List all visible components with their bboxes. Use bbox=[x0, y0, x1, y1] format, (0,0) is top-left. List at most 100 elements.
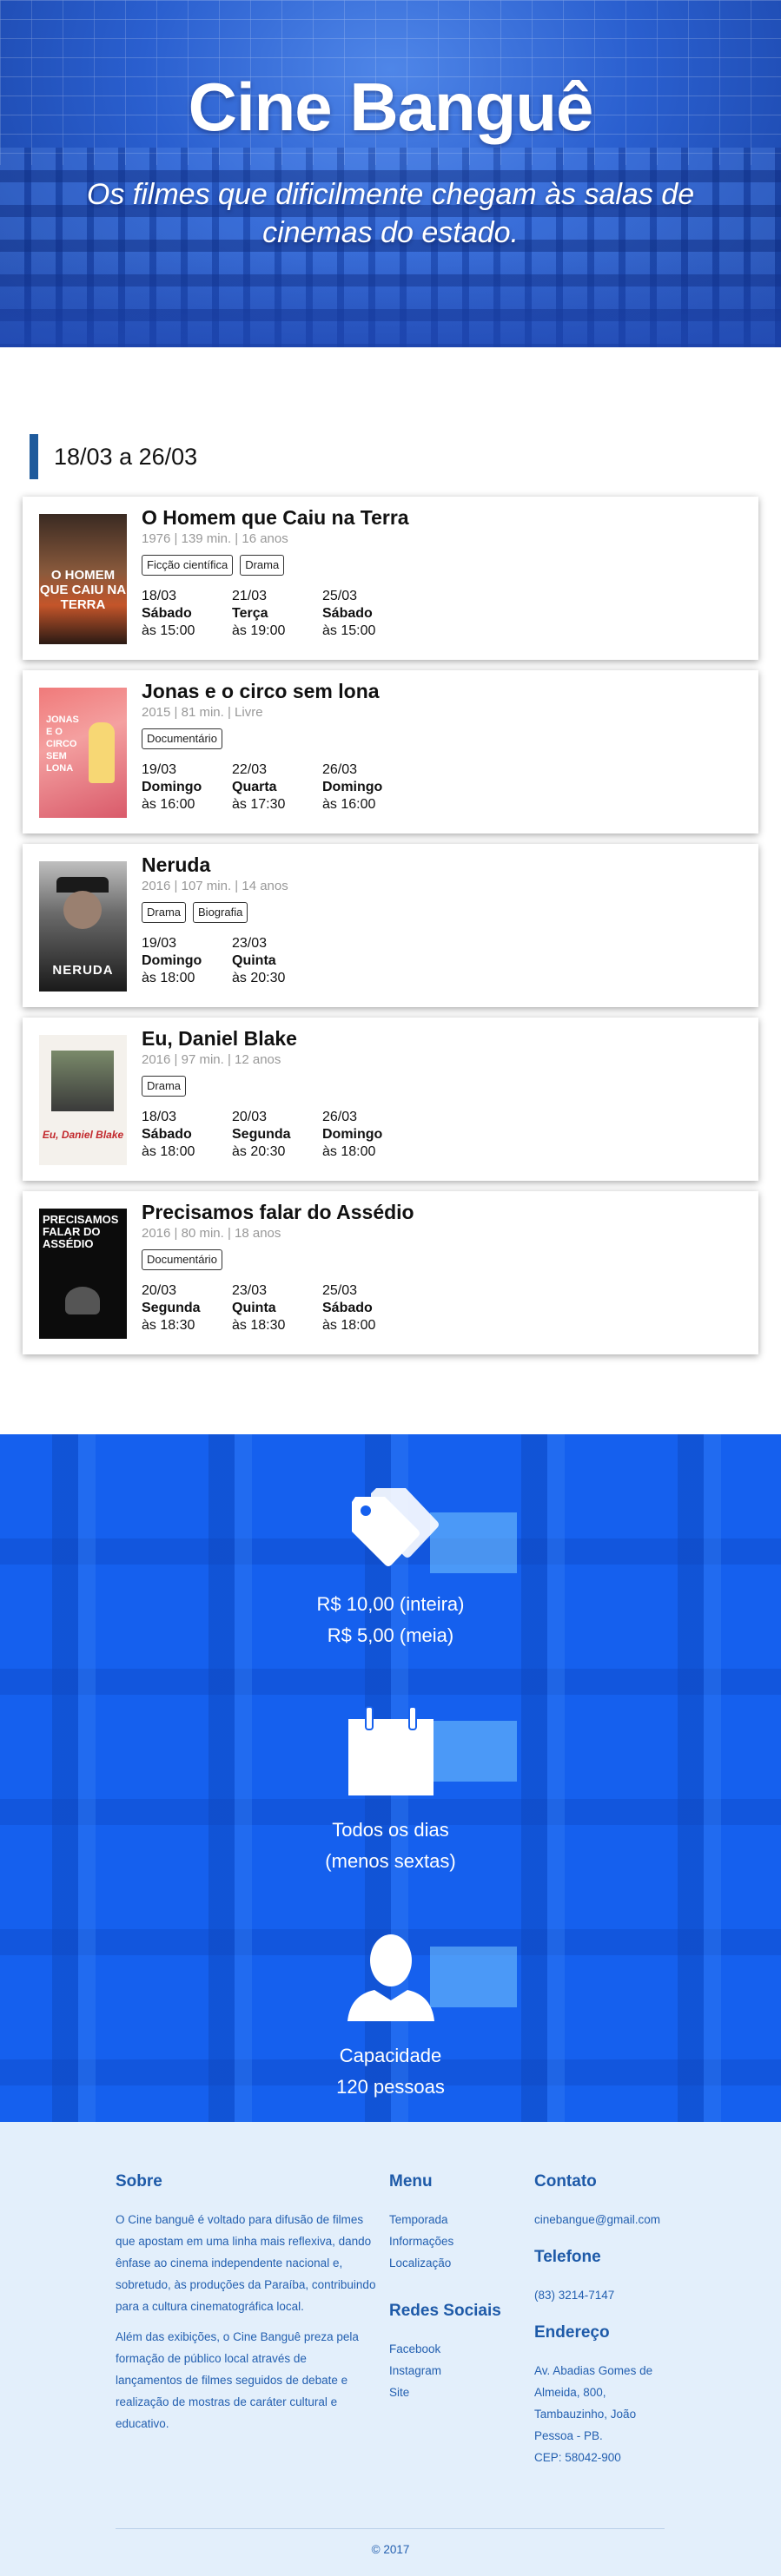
session: 19/03 Domingo às 18:00 bbox=[142, 935, 232, 987]
session-time: às 20:30 bbox=[232, 971, 286, 985]
menu-link-temporada[interactable]: Temporada bbox=[389, 2209, 520, 2230]
movie-card[interactable]: NERUDA Neruda 2016 | 107 min. | 14 anos … bbox=[23, 844, 758, 1007]
hero-floor bbox=[0, 252, 781, 347]
session-time: às 18:30 bbox=[142, 1318, 195, 1333]
movie-meta: 2016 | 107 min. | 14 anos bbox=[142, 879, 288, 893]
movie-card[interactable]: PRECISAMOS FALAR DO ASSÉDIO Precisamos f… bbox=[23, 1191, 758, 1354]
session-date: 21/03 bbox=[232, 589, 268, 603]
session-time: às 16:00 bbox=[322, 797, 376, 812]
movie-tags: Drama bbox=[142, 1076, 741, 1097]
session-day: Quinta bbox=[232, 953, 276, 968]
movie-card[interactable]: Eu, Daniel Blake Eu, Daniel Blake 2016 |… bbox=[23, 1018, 758, 1181]
session-date: 26/03 bbox=[322, 1110, 358, 1124]
movie-title: O Homem que Caiu na Terra bbox=[142, 506, 409, 529]
movie-card[interactable]: O HOMEM QUE CAIU NA TERRA O Homem que Ca… bbox=[23, 497, 758, 660]
session: 25/03 Sábado às 15:00 bbox=[322, 588, 413, 640]
session-list: 19/03 Domingo às 16:00 22/03 Quarta às 1… bbox=[142, 761, 741, 814]
poster-figure bbox=[89, 722, 115, 783]
session-date: 23/03 bbox=[232, 1283, 268, 1298]
session-date: 25/03 bbox=[322, 589, 358, 603]
movie-info: O Homem que Caiu na Terra 1976 | 139 min… bbox=[142, 505, 741, 640]
session-time: às 20:30 bbox=[232, 1144, 286, 1159]
session-time: às 19:00 bbox=[232, 623, 286, 638]
session-date: 19/03 bbox=[142, 936, 177, 951]
week-period: 18/03 a 26/03 bbox=[54, 443, 198, 470]
movie-card[interactable]: JONAS E O CIRCO SEM LONA Jonas e o circo… bbox=[23, 670, 758, 833]
session: 21/03 Terça às 19:00 bbox=[232, 588, 322, 640]
poster-text: NERUDA bbox=[52, 963, 114, 978]
price-tag-icon bbox=[343, 1478, 439, 1573]
about-heading: Sobre bbox=[116, 2172, 162, 2191]
movie-poster[interactable]: PRECISAMOS FALAR DO ASSÉDIO bbox=[39, 1209, 127, 1339]
session-day: Domingo bbox=[322, 1127, 383, 1142]
menu-link-localizacao[interactable]: Localização bbox=[389, 2252, 520, 2274]
movie-poster[interactable]: JONAS E O CIRCO SEM LONA bbox=[39, 688, 127, 818]
social-list: Facebook Instagram Site bbox=[389, 2338, 520, 2403]
session: 18/03 Sábado às 18:00 bbox=[142, 1109, 232, 1161]
poster-text: O HOMEM QUE CAIU NA TERRA bbox=[39, 568, 127, 612]
session-time: às 18:00 bbox=[142, 971, 195, 985]
genre-tag: Drama bbox=[240, 555, 285, 576]
movie-tags: Ficção científica Drama bbox=[142, 555, 741, 576]
session-date: 19/03 bbox=[142, 762, 177, 777]
site-footer: Sobre O Cine banguê é voltado para difus… bbox=[0, 2122, 781, 2576]
contact-email[interactable]: cinebangue@gmail.com bbox=[534, 2209, 673, 2230]
session-day: Domingo bbox=[142, 953, 202, 968]
movie-info: Eu, Daniel Blake 2016 | 97 min. | 12 ano… bbox=[142, 1026, 741, 1161]
phone-list: (83) 3214-7147 bbox=[534, 2284, 673, 2306]
menu-list: Temporada Informações Localização bbox=[389, 2209, 520, 2274]
phone-heading: Telefone bbox=[534, 2248, 601, 2266]
menu-heading: Menu bbox=[389, 2172, 433, 2191]
session-day: Quinta bbox=[232, 1301, 276, 1315]
calendar-icon bbox=[343, 1703, 439, 1799]
movie-info: Precisamos falar do Assédio 2016 | 80 mi… bbox=[142, 1200, 741, 1334]
session-day: Domingo bbox=[142, 780, 202, 794]
session: 23/03 Quinta às 18:30 bbox=[232, 1282, 322, 1334]
movie-meta: 2016 | 80 min. | 18 anos bbox=[142, 1226, 281, 1241]
session-day: Sábado bbox=[322, 1301, 373, 1315]
menu-link-informacoes[interactable]: Informações bbox=[389, 2230, 520, 2252]
address-line: Av. Abadias Gomes de bbox=[534, 2364, 653, 2377]
session: 20/03 Segunda às 18:30 bbox=[142, 1282, 232, 1334]
movie-title: Jonas e o circo sem lona bbox=[142, 680, 380, 702]
poster-face bbox=[63, 891, 102, 929]
session-list: 19/03 Domingo às 18:00 23/03 Quinta às 2… bbox=[142, 935, 741, 987]
movie-poster[interactable]: O HOMEM QUE CAIU NA TERRA bbox=[39, 514, 127, 644]
session-date: 22/03 bbox=[232, 762, 268, 777]
genre-tag: Ficção científica bbox=[142, 555, 234, 576]
social-link-site[interactable]: Site bbox=[389, 2382, 520, 2403]
price-full: R$ 10,00 (inteira) bbox=[316, 1593, 465, 1615]
session-date: 18/03 bbox=[142, 1110, 177, 1124]
session-date: 26/03 bbox=[322, 762, 358, 777]
movie-meta: 2015 | 81 min. | Livre bbox=[142, 705, 263, 720]
movie-info: Neruda 2016 | 107 min. | 14 anos Drama B… bbox=[142, 853, 741, 987]
session: 19/03 Domingo às 16:00 bbox=[142, 761, 232, 814]
movie-tags: Documentário bbox=[142, 728, 741, 749]
movie-poster[interactable]: NERUDA bbox=[39, 861, 127, 992]
session-day: Quarta bbox=[232, 780, 277, 794]
session: 23/03 Quinta às 20:30 bbox=[232, 935, 322, 987]
poster-text: Eu, Daniel Blake bbox=[42, 1129, 124, 1141]
social-link-instagram[interactable]: Instagram bbox=[389, 2360, 520, 2382]
session-time: às 15:00 bbox=[142, 623, 195, 638]
week-accent-bar bbox=[30, 434, 38, 479]
genre-tag: Drama bbox=[142, 1076, 187, 1097]
contact-heading: Contato bbox=[534, 2172, 597, 2191]
site-title: Cine Banguê bbox=[188, 69, 594, 145]
about-paragraph: Além das exibições, o Cine Banguê preza … bbox=[116, 2330, 359, 2430]
address-heading: Endereço bbox=[534, 2323, 610, 2342]
movie-poster[interactable]: Eu, Daniel Blake bbox=[39, 1035, 127, 1165]
movie-meta: 1976 | 139 min. | 16 anos bbox=[142, 531, 288, 546]
session: 26/03 Domingo às 18:00 bbox=[322, 1109, 413, 1161]
social-link-facebook[interactable]: Facebook bbox=[389, 2338, 520, 2360]
session-day: Sábado bbox=[142, 1127, 192, 1142]
hero-banner: Cine Banguê Os filmes que dificilmente c… bbox=[0, 0, 781, 347]
poster-text: PRECISAMOS FALAR DO ASSÉDIO bbox=[43, 1213, 119, 1250]
genre-tag: Documentário bbox=[142, 728, 222, 749]
session-date: 20/03 bbox=[142, 1283, 177, 1298]
address-line: Almeida, 800, bbox=[534, 2386, 606, 2399]
footer-menu: Menu Temporada Informações Localização R… bbox=[389, 2172, 520, 2403]
address-line: Tambauzinho, João bbox=[534, 2408, 637, 2421]
session-date: 18/03 bbox=[142, 589, 177, 603]
address-list: Av. Abadias Gomes de Almeida, 800, Tamba… bbox=[534, 2360, 673, 2468]
